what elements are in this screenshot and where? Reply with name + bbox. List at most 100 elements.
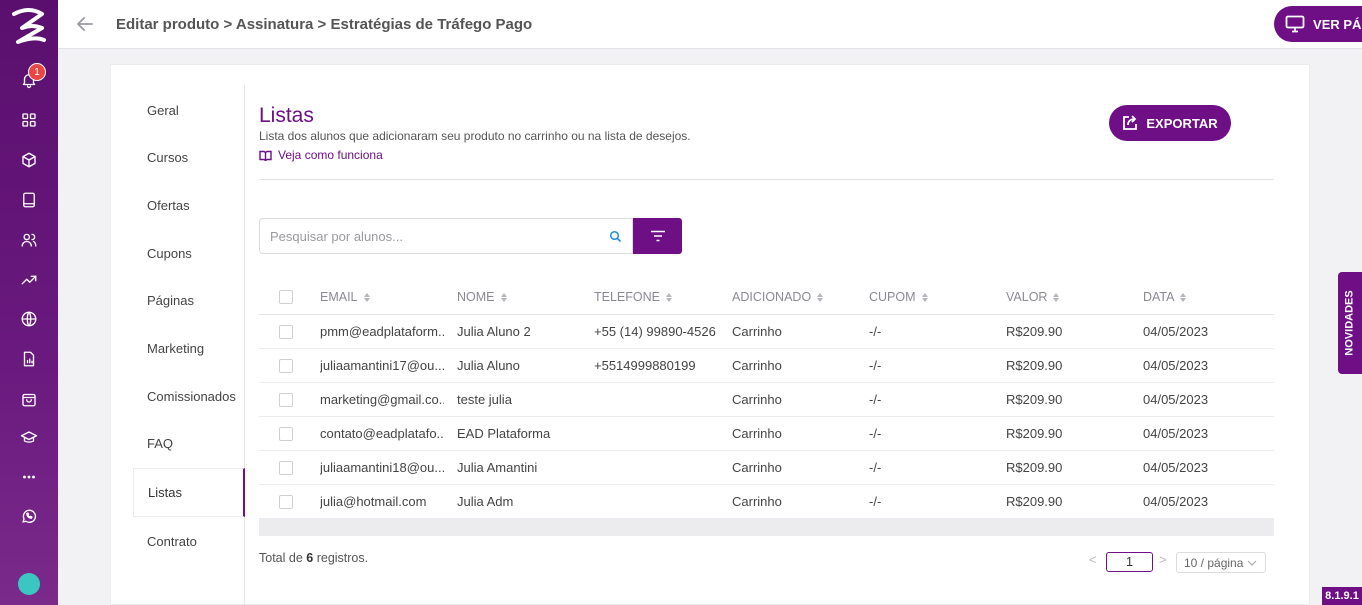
view-page-button[interactable]: VER PÁGINA [1274,6,1362,42]
notification-badge: 1 [28,63,46,81]
box-icon[interactable] [17,148,41,172]
page-number-input[interactable]: 1 [1106,552,1153,572]
grid-icon[interactable] [17,108,41,132]
subnav-item-listas[interactable]: Listas [133,468,245,517]
cell-telefone [594,417,719,450]
row-checkbox[interactable] [279,426,293,441]
cell-data: 04/05/2023 [1143,494,1209,509]
sort-icon [1180,292,1187,302]
search-box [259,218,633,254]
page-title: Listas [259,104,314,127]
search-icon[interactable] [609,230,622,243]
total-count: 6 [306,551,314,565]
cell-email: contato@eadplatafo... [320,426,444,441]
monitor-icon [1285,15,1305,33]
row-checkbox[interactable] [279,460,293,475]
column-data[interactable]: DATA [1143,280,1268,314]
table-row[interactable]: juliaamantini17@ou... Julia Aluno +55149… [259,349,1274,383]
brand-logo[interactable] [8,6,50,46]
cell-adicionado: Carrinho [732,494,782,509]
page-size-select[interactable]: 10 / página [1176,552,1266,573]
cell-data: 04/05/2023 [1143,392,1209,407]
table-row[interactable]: pmm@eadplataform... Julia Aluno 2 +55 (1… [259,315,1274,349]
top-bar: Editar produto > Assinatura > Estratégia… [58,0,1362,49]
row-checkbox[interactable] [279,324,293,339]
howto-label: Veja como funciona [278,148,383,162]
cell-nome: teste julia [457,392,512,407]
sidebar: 1 [0,0,58,605]
cell-telefone: +55 (14) 99890-4526 [594,324,716,339]
book-icon[interactable] [17,188,41,212]
cell-valor: R$209.90 [1006,358,1063,373]
subnav-item-marketing[interactable]: Marketing [133,324,245,372]
row-checkbox-cell [279,383,299,416]
cell-valor: R$209.90 [1006,460,1063,475]
column-nome[interactable]: NOME [457,280,582,314]
header-checkbox-cell [279,280,299,314]
students-table: EMAIL NOME TELEFONE ADICIONADO CUPOM VAL… [259,280,1274,519]
column-telefone[interactable]: TELEFONE [594,280,719,314]
column-cupom[interactable]: CUPOM [869,280,994,314]
horizontal-scrollbar[interactable] [259,519,1274,536]
subnav-item-cupons[interactable]: Cupons [133,229,245,277]
prev-page-icon[interactable]: < [1089,552,1097,567]
row-checkbox[interactable] [279,494,293,509]
subnav-item-ofertas[interactable]: Ofertas [133,181,245,229]
subnav-item-geral[interactable]: Geral [133,86,245,134]
cell-telefone: +5514999880199 [594,358,696,373]
sort-icon [363,292,370,302]
cell-nome: EAD Plataforma [457,426,551,441]
subnav-item-paginas[interactable]: Páginas [133,276,245,324]
version-badge: 8.1.9.1 [1322,587,1362,605]
graduation-icon[interactable] [17,426,41,450]
row-checkbox[interactable] [279,392,293,407]
subnav-item-cursos[interactable]: Cursos [133,133,245,181]
filter-button[interactable] [633,218,682,254]
export-label: EXPORTAR [1146,115,1218,131]
globe-icon[interactable] [17,307,41,331]
sort-icon [1053,292,1060,302]
table-row[interactable]: juliaamantini18@ou... Julia Amantini Car… [259,451,1274,485]
search-input[interactable] [260,219,590,253]
cell-telefone [594,451,719,484]
cell-telefone [594,485,719,518]
back-arrow-icon[interactable] [74,13,96,35]
export-icon [1123,115,1138,130]
howto-link[interactable]: Veja como funciona [259,148,383,162]
support-logo[interactable] [18,573,40,595]
column-telefone-label: TELEFONE [594,290,660,304]
row-checkbox[interactable] [279,358,293,373]
table-row[interactable]: julia@hotmail.com Julia Adm Carrinho -/-… [259,485,1274,519]
breadcrumb: Editar produto > Assinatura > Estratégia… [116,16,533,33]
subnav-item-faq[interactable]: FAQ [133,419,245,467]
row-checkbox-cell [279,315,299,348]
next-page-icon[interactable]: > [1159,552,1167,567]
column-adicionado[interactable]: ADICIONADO [732,280,857,314]
open-book-icon [259,150,272,161]
report-icon[interactable] [17,347,41,371]
subnav-item-contrato[interactable]: Contrato [133,517,245,565]
cell-valor: R$209.90 [1006,426,1063,441]
more-icon[interactable] [17,465,41,489]
cell-adicionado: Carrinho [732,392,782,407]
bag-icon[interactable] [17,387,41,411]
column-email-label: EMAIL [320,290,358,304]
product-subnav: Geral Cursos Ofertas Cupons Páginas Mark… [133,85,245,605]
subnav-item-comissionados[interactable]: Comissionados [133,372,245,420]
table-row[interactable]: contato@eadplatafo... EAD Plataforma Car… [259,417,1274,451]
trending-icon[interactable] [17,268,41,292]
cell-telefone [594,383,719,416]
table-row[interactable]: marketing@gmail.co... teste julia Carrin… [259,383,1274,417]
column-valor[interactable]: VALOR [1006,280,1131,314]
column-email[interactable]: EMAIL [320,280,444,314]
cell-nome: Julia Adm [457,494,514,509]
cell-data: 04/05/2023 [1143,358,1209,373]
users-icon[interactable] [17,228,41,252]
row-checkbox-cell [279,451,299,484]
whatsapp-icon[interactable] [17,504,41,528]
novidades-tab[interactable]: NOVIDADES [1338,272,1362,374]
export-button[interactable]: EXPORTAR [1109,105,1231,141]
select-all-checkbox[interactable] [279,290,293,304]
cell-valor: R$209.90 [1006,392,1063,407]
novidades-label: NOVIDADES [1344,290,1356,356]
